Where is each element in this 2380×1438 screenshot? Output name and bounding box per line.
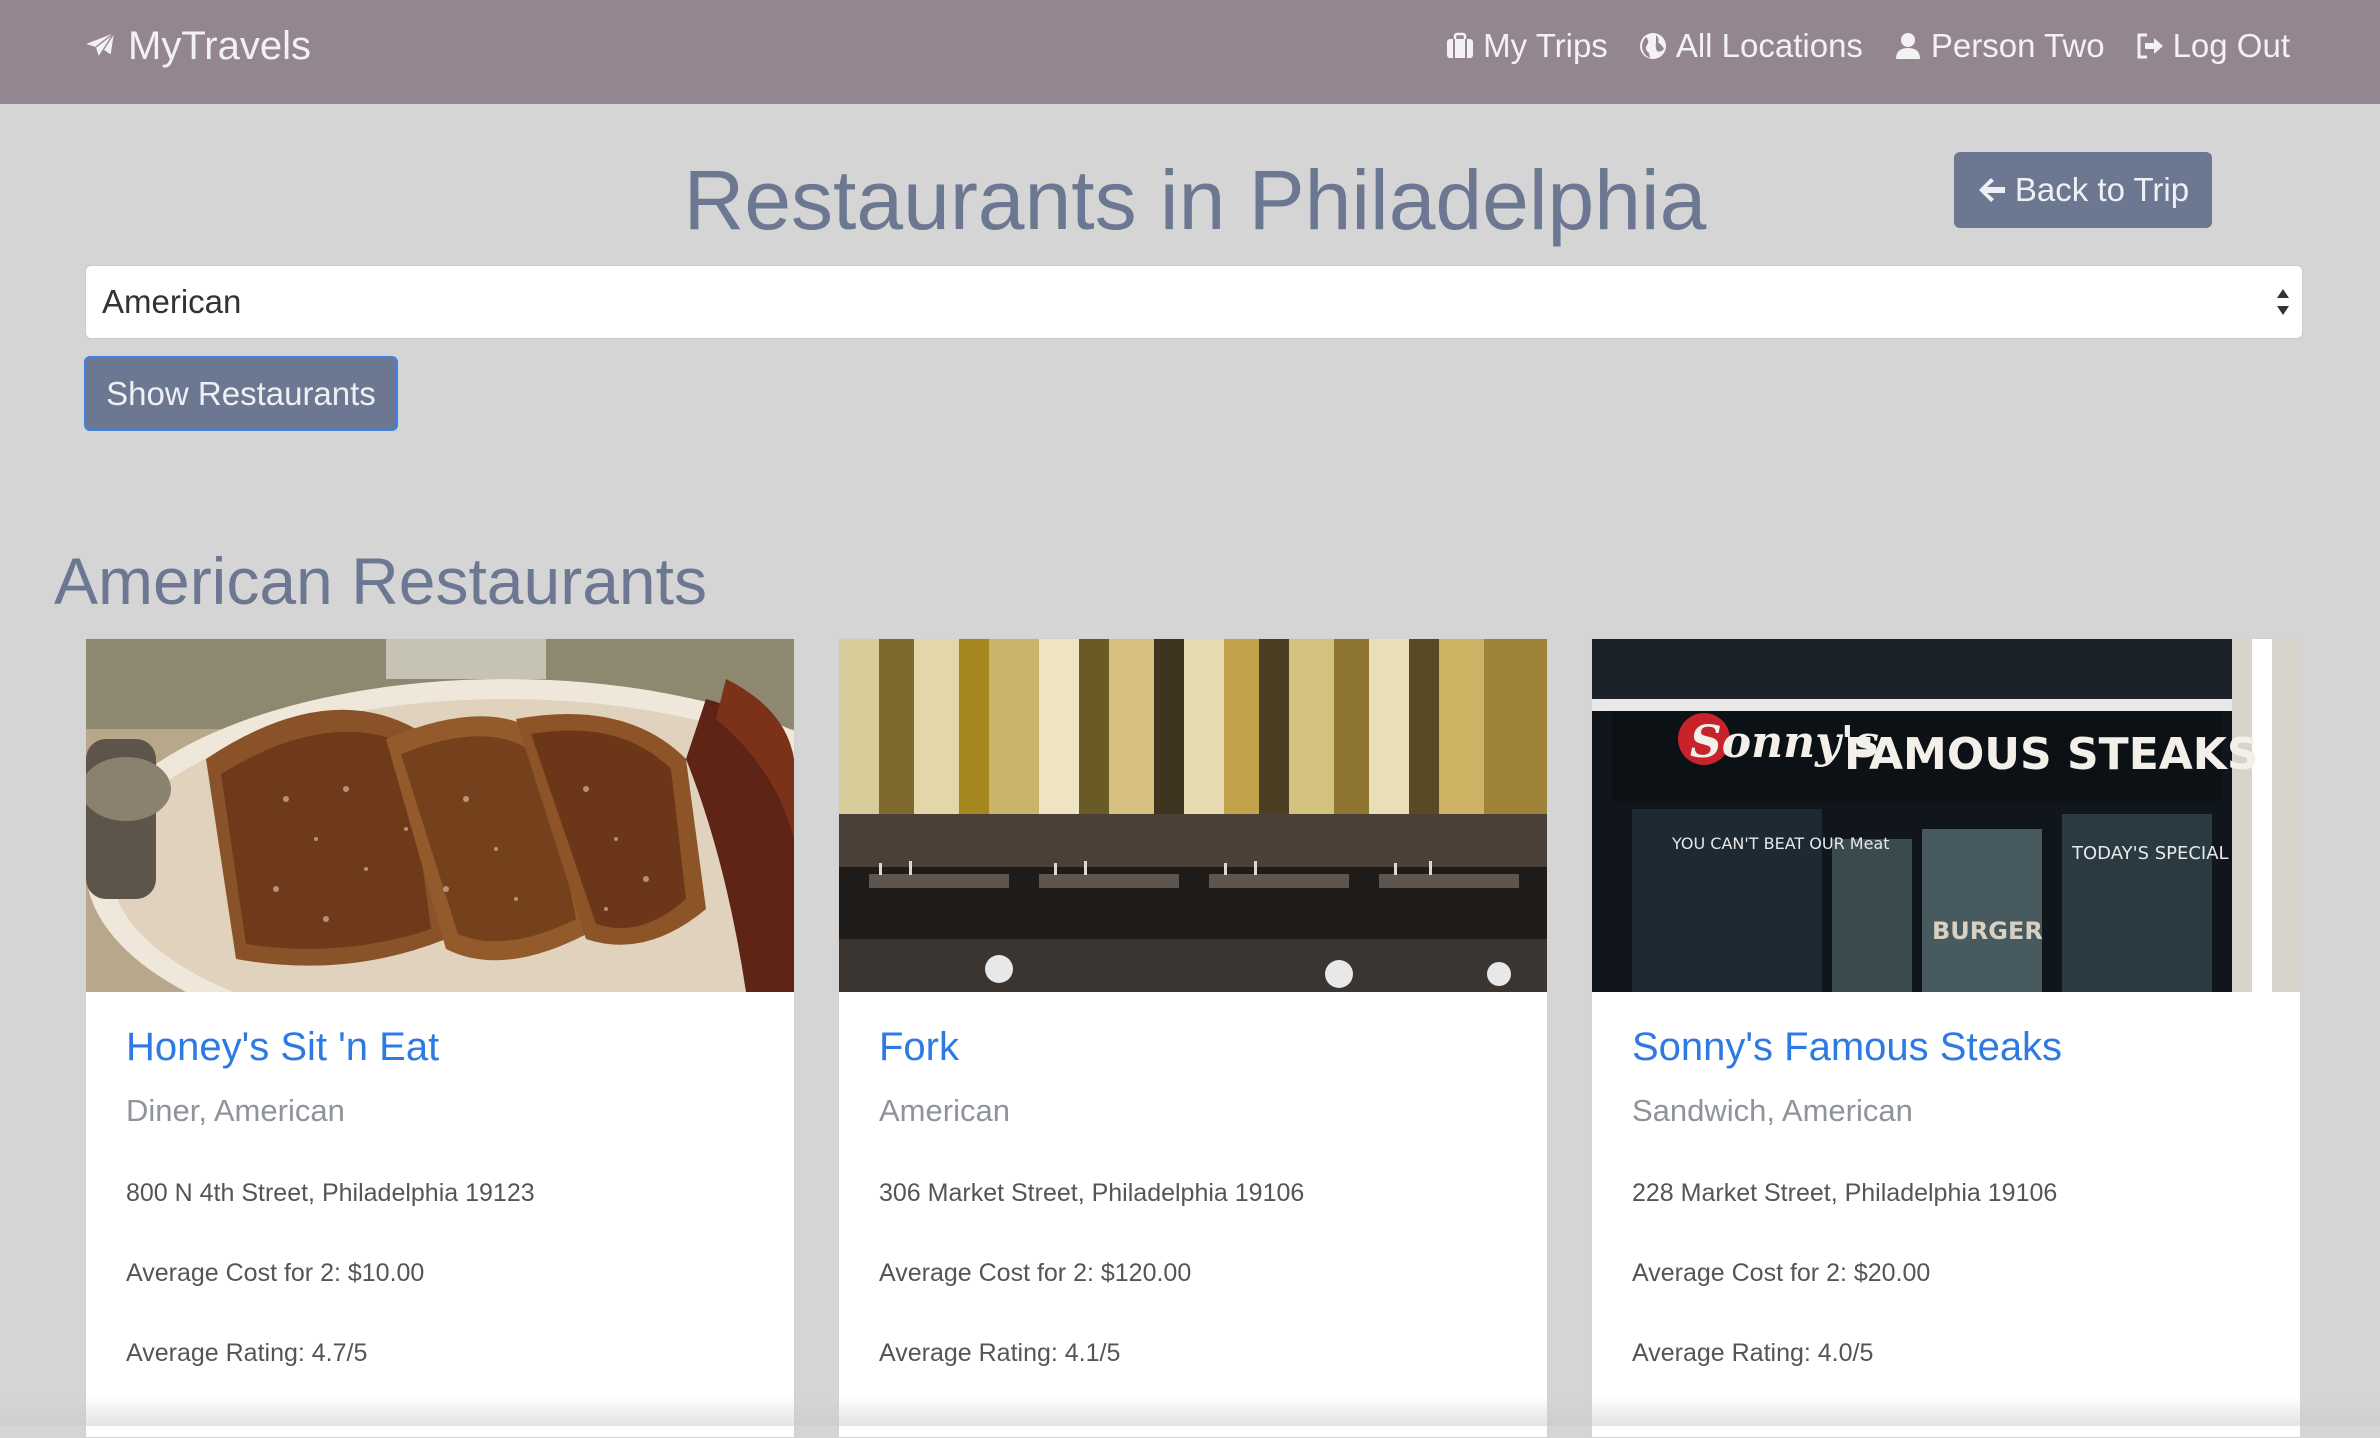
nav-log-out-label: Log Out (2172, 27, 2290, 64)
nav-my-trips-label: My Trips (1483, 27, 1608, 64)
storefront-photo: Sonny's FAMOUS STEAKS YOU CAN'T BEAT OUR… (1592, 639, 2300, 992)
card-body: Honey's Sit 'n Eat Diner, American 800 N… (126, 1021, 774, 1367)
back-to-trip-label: Back to Trip (2014, 171, 2190, 208)
card-body: Fork American 306 Market Street, Philade… (879, 1021, 1527, 1367)
nav-all-locations[interactable]: All Locations (1638, 27, 1863, 65)
storefront-window-left-text: YOU CAN'T BEAT OUR Meat (1671, 834, 1890, 853)
storefront-sign-text: FAMOUS STEAKS (1844, 729, 2259, 780)
select-arrows-icon (2277, 289, 2289, 315)
globe-icon (1639, 33, 1666, 59)
arrow-left-icon (1978, 178, 2005, 202)
storefront-door-text: BURGER (1932, 917, 2043, 945)
section-title: American Restaurants (54, 544, 707, 618)
show-restaurants-button[interactable]: Show Restaurants (84, 356, 398, 431)
restaurant-cost: Average Cost for 2: $10.00 (126, 1259, 425, 1287)
restaurant-rating: Average Rating: 4.7/5 (126, 1339, 368, 1367)
nav-all-locations-label: All Locations (1675, 27, 1863, 64)
restaurant-name-link[interactable]: Honey's Sit 'n Eat (126, 1021, 774, 1073)
storefront-window-right-text: TODAY'S SPECIAL (2071, 843, 2229, 864)
navbar: MyTravels My Trips All Locations Person … (0, 0, 2380, 104)
restaurant-rating: Average Rating: 4.1/5 (879, 1339, 1121, 1367)
nav-user[interactable]: Person Two (1893, 27, 2105, 65)
nav-my-trips[interactable]: My Trips (1445, 27, 1608, 65)
restaurant-address: 306 Market Street, Philadelphia 19106 (879, 1179, 1305, 1207)
restaurant-cuisine: American (879, 1093, 1010, 1128)
brand-label: MyTravels (128, 23, 311, 68)
suitcase-icon (1447, 32, 1474, 58)
restaurant-card: Fork American 306 Market Street, Philade… (838, 638, 1548, 1438)
restaurant-cost: Average Cost for 2: $120.00 (879, 1259, 1192, 1287)
back-to-trip-button[interactable]: Back to Trip (1954, 152, 2212, 228)
restaurant-address: 228 Market Street, Philadelphia 19106 (1632, 1179, 2058, 1207)
nav-log-out[interactable]: Log Out (2135, 27, 2290, 65)
dining-room-photo (839, 639, 1547, 992)
restaurant-cuisine: Diner, American (126, 1093, 345, 1128)
logout-icon (2137, 33, 2163, 59)
french-toast-photo (86, 639, 794, 992)
restaurant-cost: Average Cost for 2: $20.00 (1632, 1259, 1931, 1287)
nav-user-label: Person Two (1930, 27, 2105, 64)
brand-link[interactable]: MyTravels (82, 0, 311, 92)
card-body: Sonny's Famous Steaks Sandwich, American… (1632, 1021, 2280, 1367)
restaurant-card: Sonny's FAMOUS STEAKS YOU CAN'T BEAT OUR… (1591, 638, 2301, 1438)
cuisine-select[interactable]: American (85, 265, 2303, 339)
restaurant-address: 800 N 4th Street, Philadelphia 19123 (126, 1179, 535, 1207)
restaurant-rating: Average Rating: 4.0/5 (1632, 1339, 1874, 1367)
restaurant-cuisine: Sandwich, American (1632, 1093, 1913, 1128)
restaurant-name-link[interactable]: Sonny's Famous Steaks (1632, 1021, 2280, 1073)
nav-links: My Trips All Locations Person Two Log Ou… (1415, 0, 2290, 92)
plane-icon (86, 32, 115, 57)
user-icon (1895, 33, 1920, 59)
restaurant-name-link[interactable]: Fork (879, 1021, 1527, 1073)
restaurant-card: Honey's Sit 'n Eat Diner, American 800 N… (85, 638, 795, 1438)
cuisine-select-value: American (102, 283, 242, 320)
